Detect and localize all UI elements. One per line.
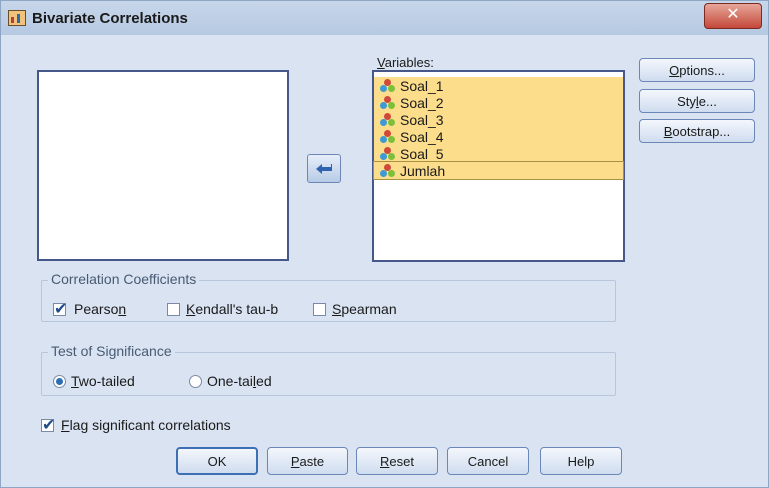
scale-variable-icon [380, 129, 396, 144]
list-item[interactable]: Jumlah [373, 161, 624, 180]
kendall-label[interactable]: Kendall's tau-b [186, 301, 278, 317]
options-button[interactable]: Options... [639, 58, 755, 82]
variable-label: Soal_4 [400, 128, 444, 145]
list-item[interactable]: Soal_1 [374, 77, 623, 94]
variables-label: Variables: [377, 55, 434, 70]
scale-variable-icon [380, 146, 396, 161]
two-tailed-radio[interactable] [53, 375, 66, 388]
pearson-label[interactable]: Pearson [74, 301, 126, 317]
source-variable-list[interactable] [37, 70, 289, 261]
app-icon [8, 10, 26, 26]
pearson-checkbox[interactable]: ✔ [53, 301, 67, 318]
help-button[interactable]: Help [540, 447, 622, 475]
scale-variable-icon [380, 95, 396, 110]
scale-variable-icon [380, 112, 396, 127]
list-item[interactable]: Soal_4 [374, 128, 623, 145]
paste-button[interactable]: Paste [267, 447, 348, 475]
ok-button[interactable]: OK [176, 447, 258, 475]
checkmark-icon: ✔ [54, 301, 68, 318]
list-item[interactable]: Soal_3 [374, 111, 623, 128]
correlation-coefficients-title: Correlation Coefficients [48, 271, 200, 287]
variable-label: Soal_5 [400, 145, 444, 162]
variable-label: Soal_3 [400, 111, 444, 128]
style-button[interactable]: Sty l e... [639, 89, 755, 113]
test-of-significance-title: Test of Significance [48, 343, 175, 359]
list-item[interactable]: Soal_5 [374, 145, 623, 162]
variable-label: Jumlah [400, 162, 446, 179]
spearman-checkbox[interactable] [313, 303, 326, 316]
scale-variable-icon [380, 78, 396, 93]
flag-significant-label[interactable]: Flag significant correlations [61, 417, 231, 433]
move-variable-button[interactable] [307, 154, 341, 183]
one-tailed-label[interactable]: One-tailed [207, 373, 272, 389]
target-variable-list[interactable]: Soal_1 Soal_2 Soal_3 Soal_4 Soal_5 Jumla… [372, 70, 625, 262]
dialog-window: Bivariate Correlations ✕ Variables: Soal… [0, 0, 769, 488]
one-tailed-radio[interactable] [189, 375, 202, 388]
window-title: Bivariate Correlations [32, 10, 188, 27]
list-item[interactable]: Soal_2 [374, 94, 623, 111]
spearman-label[interactable]: Spearman [332, 301, 397, 317]
variable-label: Soal_1 [400, 77, 444, 94]
arrow-left-icon [316, 163, 332, 174]
title-bar[interactable]: Bivariate Correlations ✕ [1, 1, 768, 35]
variable-label: Soal_2 [400, 94, 444, 111]
checkmark-icon: ✔ [42, 417, 56, 434]
scale-variable-icon [380, 163, 396, 178]
kendall-checkbox[interactable] [167, 303, 180, 316]
two-tailed-label[interactable]: Two-tailed [71, 373, 135, 389]
bootstrap-button[interactable]: Bootstrap... [639, 119, 755, 143]
cancel-button[interactable]: Cancel [447, 447, 529, 475]
flag-significant-checkbox[interactable]: ✔ [41, 417, 55, 434]
radio-selected-icon [56, 378, 63, 385]
reset-button[interactable]: Reset [356, 447, 438, 475]
close-button[interactable]: ✕ [704, 3, 762, 29]
